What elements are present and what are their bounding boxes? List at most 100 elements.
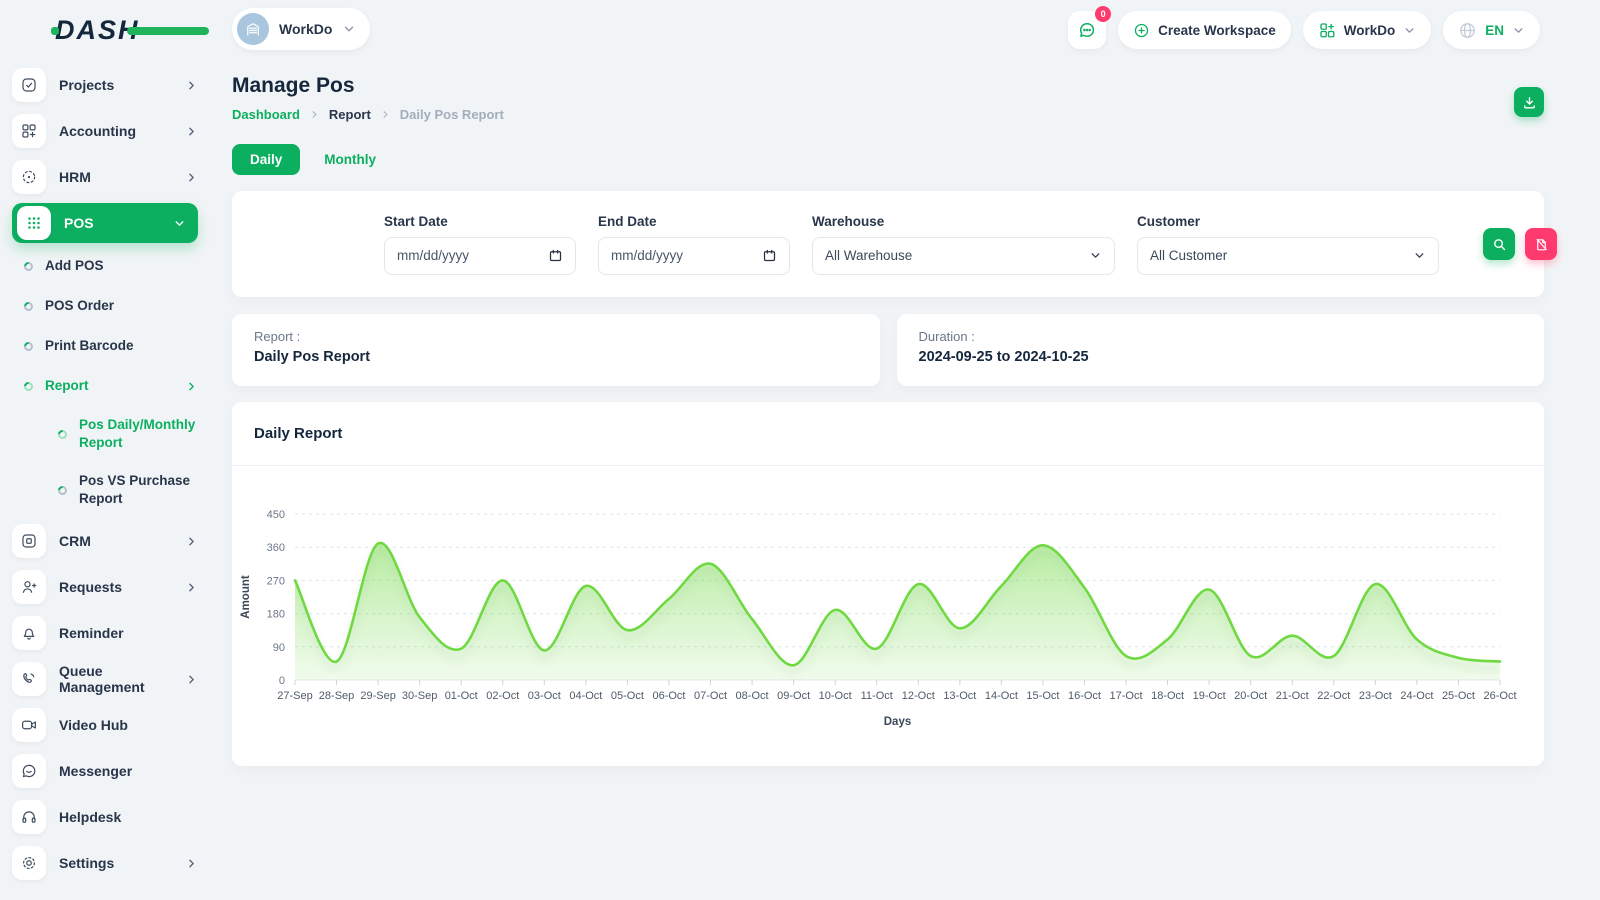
sidebar-item-settings[interactable]: Settings [12, 840, 198, 886]
messages-button[interactable]: 0 [1068, 11, 1106, 49]
svg-text:Days: Days [884, 716, 912, 728]
report-period-tabs: Daily Monthly [232, 144, 1544, 175]
sidebar-item-reminder[interactable]: Reminder [12, 610, 198, 656]
account-menu[interactable]: WorkDo [1303, 11, 1432, 49]
sidebar-item-pos[interactable]: POS [12, 203, 198, 243]
calendar-icon[interactable] [762, 248, 777, 263]
svg-text:450: 450 [267, 509, 285, 521]
chevron-right-icon [185, 673, 198, 686]
bullet-icon [56, 484, 69, 497]
language-code: EN [1485, 23, 1504, 38]
gear-icon [12, 846, 46, 880]
report-value: Daily Pos Report [254, 349, 858, 365]
sidebar-item-add-pos[interactable]: Add POS [24, 246, 198, 286]
customer-select[interactable]: All Customer [1137, 237, 1439, 275]
bullet-icon [22, 380, 35, 393]
chevron-right-icon [185, 380, 198, 393]
logo-dash-bar [127, 27, 209, 35]
svg-text:27-Sep: 27-Sep [277, 690, 312, 702]
sidebar-item-pos-daily-monthly-report[interactable]: Pos Daily/Monthly Report [58, 406, 198, 462]
hrm-dotted-circle-icon [12, 160, 46, 194]
sidebar-item-accounting[interactable]: Accounting [12, 108, 198, 154]
calendar-icon[interactable] [548, 248, 563, 263]
breadcrumb-dashboard[interactable]: Dashboard [232, 107, 300, 122]
language-menu[interactable]: EN [1443, 11, 1540, 49]
start-date-input[interactable]: mm/dd/yyyy [384, 237, 576, 275]
breadcrumb: Dashboard Report Daily Pos Report [232, 107, 1544, 122]
customer-field: Customer All Customer [1137, 214, 1439, 275]
download-report-button[interactable] [1514, 87, 1544, 117]
create-workspace-label: Create Workspace [1158, 23, 1276, 38]
chevron-right-icon [185, 171, 198, 184]
warehouse-select[interactable]: All Warehouse [812, 237, 1115, 275]
globe-icon [1458, 21, 1477, 40]
duration-value: 2024-09-25 to 2024-10-25 [919, 349, 1523, 365]
sidebar-item-hrm[interactable]: HRM [12, 154, 198, 200]
user-plus-icon [12, 570, 46, 604]
svg-text:14-Oct: 14-Oct [985, 690, 1018, 702]
chevron-right-icon [185, 125, 198, 138]
warehouse-field: Warehouse All Warehouse [812, 214, 1115, 275]
phone-call-icon [12, 662, 46, 696]
search-icon [1492, 237, 1507, 252]
chevron-down-icon [1403, 24, 1416, 37]
bullet-icon [56, 428, 69, 441]
chevron-right-icon [185, 857, 198, 870]
svg-text:0: 0 [279, 675, 285, 687]
svg-text:26-Oct: 26-Oct [1483, 690, 1516, 702]
svg-text:08-Oct: 08-Oct [736, 690, 769, 702]
sidebar-item-video-hub[interactable]: Video Hub [12, 702, 198, 748]
sidebar-item-projects[interactable]: Projects [12, 62, 198, 108]
sidebar-item-requests[interactable]: Requests [12, 564, 198, 610]
svg-text:12-Oct: 12-Oct [902, 690, 935, 702]
svg-text:17-Oct: 17-Oct [1110, 690, 1143, 702]
svg-text:07-Oct: 07-Oct [694, 690, 727, 702]
tab-monthly[interactable]: Monthly [310, 144, 390, 175]
daily-report-chart-card: Daily Report 45036027018090027-Sep28-Sep… [232, 402, 1544, 766]
report-submenu: Pos Daily/Monthly Report Pos VS Purchase… [24, 406, 198, 518]
chevron-right-icon [185, 581, 198, 594]
svg-text:180: 180 [267, 609, 285, 621]
svg-text:24-Oct: 24-Oct [1400, 690, 1433, 702]
end-date-label: End Date [598, 214, 790, 229]
chevron-down-icon [1089, 249, 1102, 262]
svg-text:19-Oct: 19-Oct [1193, 690, 1226, 702]
sidebar-item-messenger[interactable]: Messenger [12, 748, 198, 794]
svg-text:10-Oct: 10-Oct [819, 690, 852, 702]
svg-text:03-Oct: 03-Oct [528, 690, 561, 702]
svg-text:28-Sep: 28-Sep [319, 690, 354, 702]
sidebar-item-crm[interactable]: CRM [12, 518, 198, 564]
app-logo[interactable]: DASH [55, 15, 165, 45]
breadcrumb-report[interactable]: Report [329, 107, 371, 122]
chevron-right-icon [380, 109, 391, 120]
account-menu-label: WorkDo [1344, 23, 1396, 38]
main-content: Manage Pos Dashboard Report Daily Pos Re… [232, 74, 1544, 766]
chevron-down-icon [173, 217, 186, 230]
apply-filter-button[interactable] [1483, 228, 1515, 260]
end-date-input[interactable]: mm/dd/yyyy [598, 237, 790, 275]
chevron-right-icon [309, 109, 320, 120]
svg-text:20-Oct: 20-Oct [1234, 690, 1267, 702]
bullet-icon [22, 340, 35, 353]
sidebar-item-pos-vs-purchase-report[interactable]: Pos VS Purchase Report [58, 462, 198, 518]
sidebar-item-print-barcode[interactable]: Print Barcode [24, 326, 198, 366]
chevron-right-icon [185, 79, 198, 92]
tab-daily[interactable]: Daily [232, 144, 300, 175]
workspace-switcher[interactable]: WorkDo [232, 8, 370, 50]
message-bubble-icon [12, 754, 46, 788]
chat-bubble-icon [1077, 20, 1097, 40]
svg-text:29-Sep: 29-Sep [360, 690, 395, 702]
reset-filter-button[interactable] [1525, 228, 1557, 260]
sidebar-item-pos-order[interactable]: POS Order [24, 286, 198, 326]
logo-dot [51, 27, 59, 35]
workspace-name: WorkDo [279, 21, 332, 37]
svg-text:25-Oct: 25-Oct [1442, 690, 1475, 702]
sidebar-item-report[interactable]: Report [24, 366, 198, 406]
sidebar-item-queue-management[interactable]: Queue Management [12, 656, 198, 702]
report-summary-card: Report : Daily Pos Report [232, 314, 880, 386]
daily-report-area-chart[interactable]: 45036027018090027-Sep28-Sep29-Sep30-Sep0… [232, 466, 1544, 742]
create-workspace-button[interactable]: Create Workspace [1118, 11, 1291, 49]
workspace-avatar [237, 13, 269, 45]
svg-text:270: 270 [267, 575, 285, 587]
sidebar-item-helpdesk[interactable]: Helpdesk [12, 794, 198, 840]
